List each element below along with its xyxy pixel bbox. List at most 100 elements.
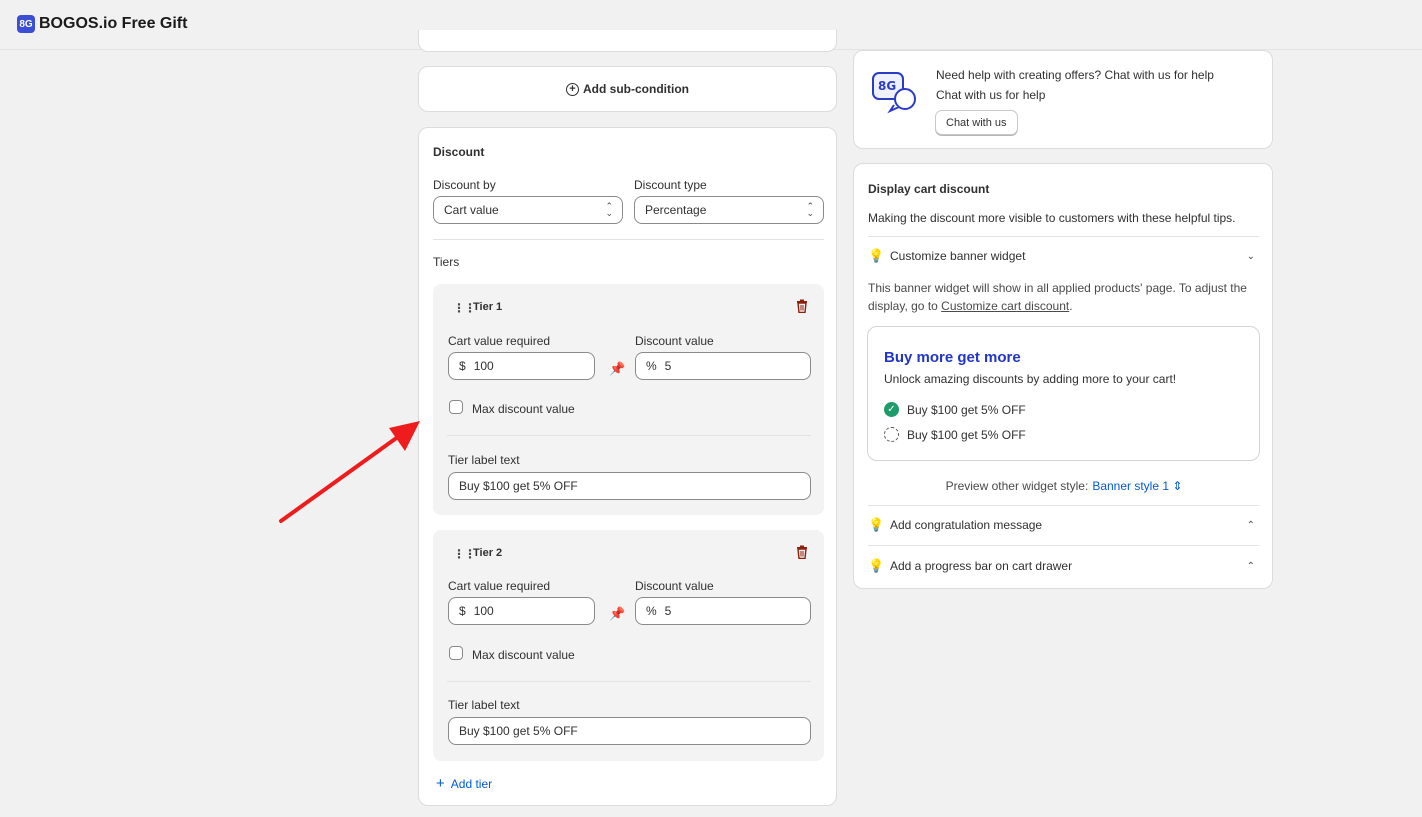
tier-label-text-label: Tier label text	[448, 698, 520, 712]
app-title: BOGOS.io Free Gift	[39, 15, 188, 32]
cart-value-label: Cart value required	[448, 334, 551, 348]
max-discount-label: Max discount value	[472, 402, 575, 416]
add-tier-label: Add tier	[450, 776, 493, 791]
banner-info-suffix: .	[1069, 299, 1073, 313]
customize-banner-accordion[interactable]: 💡 Customize banner widget ⌄	[868, 248, 1259, 264]
banner-subtitle: Unlock amazing discounts by adding more …	[884, 372, 1177, 386]
congrats-label: Add congratulation message	[890, 518, 1043, 532]
percent-prefix: %	[646, 359, 657, 373]
divider	[868, 545, 1259, 546]
tier-card: ⋮⋮ Tier 1 Cart value required $ 100 📌 Di…	[433, 284, 824, 515]
delete-icon[interactable]	[796, 545, 808, 559]
divider	[868, 236, 1259, 237]
discount-card: Discount Discount by Cart value ⌃ ⌄ Disco…	[418, 127, 837, 806]
chevron-up-icon: ⌃	[1246, 519, 1255, 531]
cart-value: 100	[473, 604, 494, 618]
tier-label-text-input[interactable]: Buy $100 get 5% OFF	[448, 717, 811, 745]
plus-icon: +	[436, 775, 445, 792]
discount-type-select[interactable]: Percentage ⌃ ⌄	[634, 196, 824, 224]
tiers-label: Tiers	[433, 255, 460, 269]
banner-style-select[interactable]: Banner style 1 ⇕	[1092, 479, 1182, 493]
tier-label-text-value: Buy $100 get 5% OFF	[459, 724, 578, 738]
customize-cart-discount-link[interactable]: Customize cart discount	[941, 299, 1069, 313]
discount-by-value: Cart value	[444, 203, 499, 217]
max-discount-label: Max discount value	[472, 648, 575, 662]
help-subtext: Chat with us for help	[936, 88, 1046, 102]
divider	[447, 435, 811, 436]
discount-type-value: Percentage	[645, 203, 707, 217]
customize-banner-label: Customize banner widget	[890, 249, 1026, 263]
discount-value: 5	[664, 604, 672, 618]
progress-bar-accordion[interactable]: 💡 Add a progress bar on cart drawer ⌃	[868, 558, 1259, 574]
tier-name: Tier 2	[473, 547, 503, 559]
select-chevron-icon: ⌃ ⌄	[605, 201, 613, 218]
tier-label-text-input[interactable]: Buy $100 get 5% OFF	[448, 472, 811, 500]
banner-style-value: Banner style 1	[1092, 479, 1170, 493]
pin-icon: 📌	[609, 361, 626, 376]
chevron-down-icon: ⌄	[1246, 250, 1255, 262]
cart-value-label: Cart value required	[448, 579, 551, 593]
app-logo-icon: 8G	[17, 15, 35, 33]
preview-widget-style: Preview other widget style: Banner style …	[854, 479, 1274, 493]
discount-by-label: Discount by	[433, 178, 496, 192]
currency-prefix: $	[459, 359, 466, 373]
cart-value-input[interactable]: $ 100	[448, 352, 595, 380]
dashed-circle-icon	[884, 427, 899, 442]
help-card: 8G Need help with creating offers? Chat …	[853, 50, 1273, 149]
drag-handle-icon[interactable]: ⋮⋮	[453, 547, 476, 561]
chevron-up-icon: ⌃	[1246, 560, 1255, 572]
tier-name: Tier 1	[473, 301, 503, 313]
banner-tier-text: Buy $100 get 5% OFF	[907, 427, 1026, 442]
pin-icon: 📌	[609, 606, 626, 621]
percent-prefix: %	[646, 604, 657, 618]
banner-tier-text: Buy $100 get 5% OFF	[907, 402, 1026, 417]
preview-label: Preview other widget style:	[945, 479, 1089, 493]
lightbulb-icon: 💡	[868, 558, 885, 573]
divider	[868, 505, 1259, 506]
discount-value-label: Discount value	[635, 579, 714, 593]
tier-label-text-value: Buy $100 get 5% OFF	[459, 479, 578, 493]
delete-icon[interactable]	[796, 299, 808, 313]
discount-type-label: Discount type	[634, 178, 707, 192]
lightbulb-icon: 💡	[868, 248, 885, 263]
discount-title: Discount	[433, 145, 485, 159]
discount-value-input[interactable]: % 5	[635, 597, 811, 625]
tier-card: ⋮⋮ Tier 2 Cart value required $ 100 📌 Di…	[433, 530, 824, 761]
cart-value-input[interactable]: $ 100	[448, 597, 595, 625]
max-discount-checkbox[interactable]	[449, 400, 463, 414]
banner-info: This banner widget will show in all appl…	[868, 279, 1258, 315]
select-chevron-icon: ⌃ ⌄	[806, 201, 814, 218]
lightbulb-icon: 💡	[868, 517, 885, 532]
progress-label: Add a progress bar on cart drawer	[890, 559, 1073, 573]
svg-text:8G: 8G	[878, 79, 896, 93]
divider	[433, 239, 824, 240]
add-tier-button[interactable]: + Add tier	[436, 776, 492, 791]
add-sub-condition-label: Add sub-condition	[583, 82, 689, 96]
chat-with-us-button[interactable]: Chat with us	[935, 110, 1018, 135]
discount-value-input[interactable]: % 5	[635, 352, 811, 380]
tier-label-text-label: Tier label text	[448, 453, 520, 467]
display-description: Making the discount more visible to cust…	[868, 211, 1236, 225]
plus-circle-icon: +	[566, 82, 579, 96]
banner-preview: Buy more get more Unlock amazing discoun…	[867, 326, 1260, 461]
cart-value: 100	[473, 359, 494, 373]
previous-card	[418, 30, 837, 52]
banner-tier-item: Buy $100 get 5% OFF	[884, 427, 1026, 442]
add-sub-condition-button[interactable]: + Add sub-condition	[418, 66, 837, 112]
banner-title: Buy more get more	[884, 349, 1021, 366]
congratulation-accordion[interactable]: 💡 Add congratulation message ⌃	[868, 517, 1259, 533]
display-title: Display cart discount	[868, 182, 990, 196]
help-text: Need help with creating offers? Chat wit…	[936, 68, 1214, 82]
check-circle-icon: ✓	[884, 402, 899, 417]
max-discount-checkbox[interactable]	[449, 646, 463, 660]
discount-value: 5	[664, 359, 672, 373]
divider	[447, 681, 811, 682]
discount-by-select[interactable]: Cart value ⌃ ⌄	[433, 196, 623, 224]
discount-value-label: Discount value	[635, 334, 714, 348]
display-cart-discount-card: Display cart discount Making the discoun…	[853, 163, 1273, 589]
chat-support-icon: 8G	[872, 72, 916, 114]
drag-handle-icon[interactable]: ⋮⋮	[453, 301, 476, 315]
currency-prefix: $	[459, 604, 466, 618]
brand: 8G BOGOS.io Free Gift	[17, 15, 187, 33]
banner-tier-item: ✓ Buy $100 get 5% OFF	[884, 402, 1026, 417]
